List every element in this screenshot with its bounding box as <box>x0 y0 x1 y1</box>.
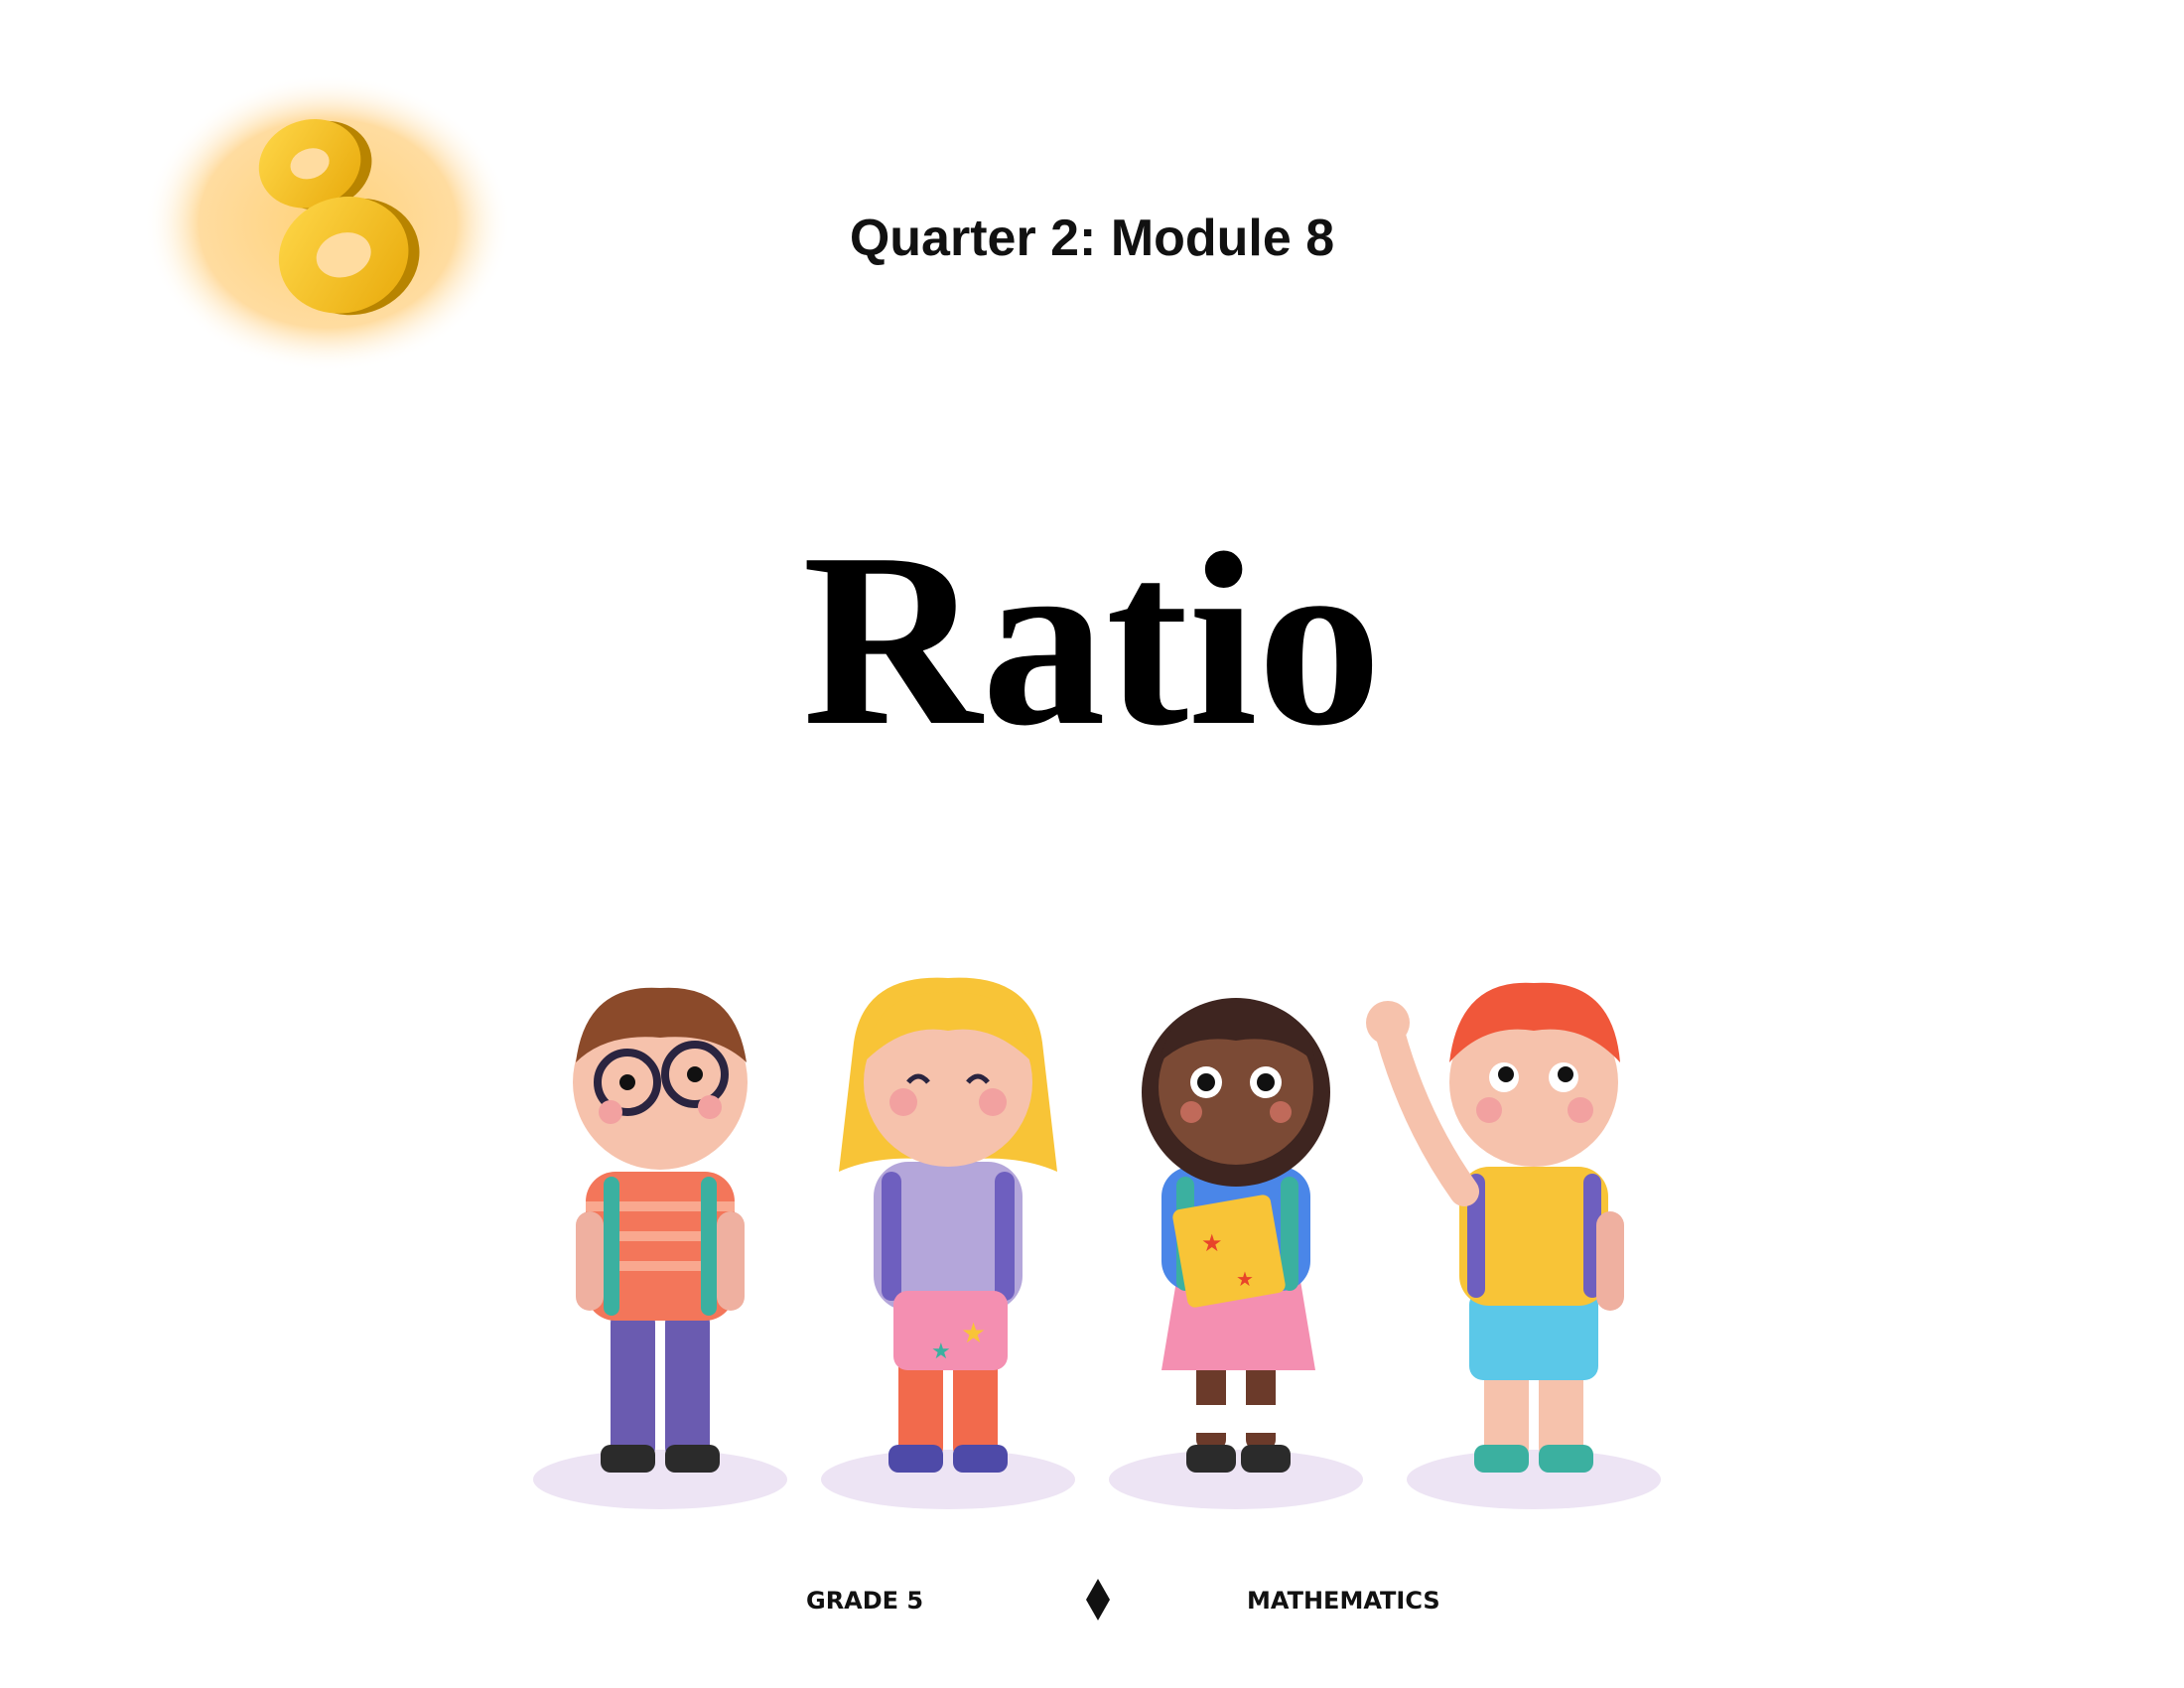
diamond-icon <box>1086 1579 1110 1620</box>
module-subtitle: Quarter 2: Module 8 <box>849 210 1335 267</box>
svg-text:★: ★ <box>1201 1229 1223 1257</box>
four-children-illustration: ★ ★ ★ ★ <box>516 953 1678 1529</box>
svg-text:★: ★ <box>961 1317 986 1349</box>
svg-text:★: ★ <box>931 1339 951 1364</box>
footer-grade: GRADE 5 <box>806 1587 924 1615</box>
svg-text:★: ★ <box>1236 1267 1254 1291</box>
footer-subject: MATHEMATICS <box>1247 1587 1440 1615</box>
page-title: Ratio <box>802 502 1382 777</box>
